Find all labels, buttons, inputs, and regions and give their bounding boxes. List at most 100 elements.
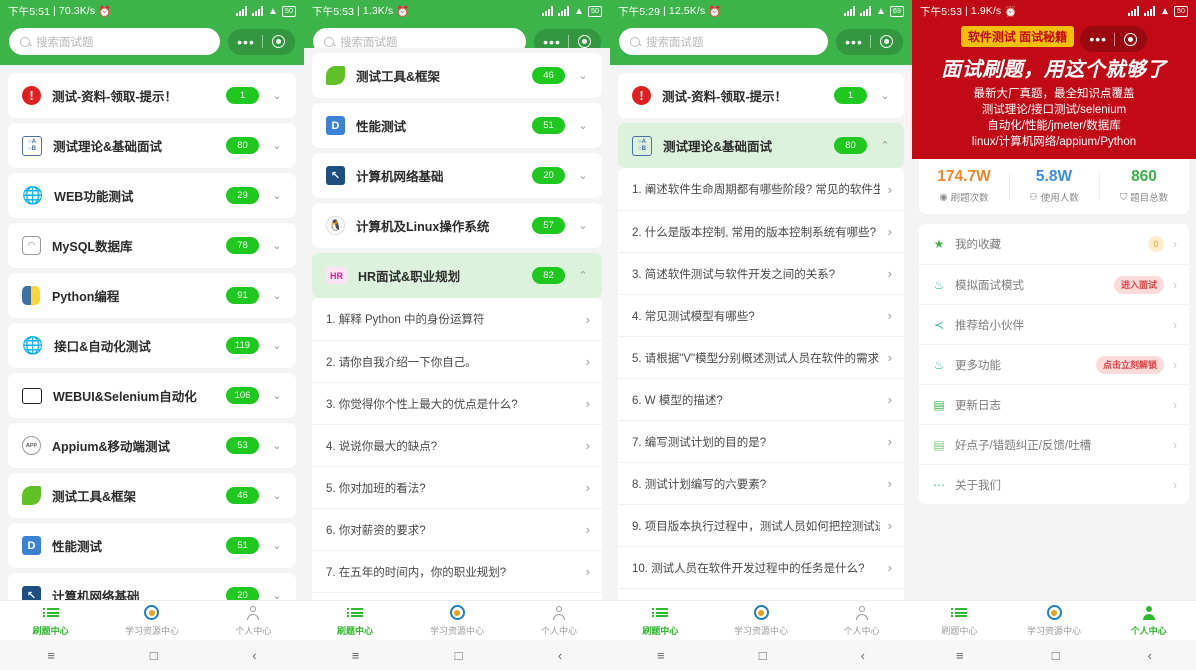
question-row[interactable]: 5. 你对加班的看法? › [312,466,602,508]
category-row[interactable]: ◠ MySQL数据库 78 ⌄ [8,223,296,268]
nav-menu-icon[interactable]: ≡ [47,648,55,663]
question-row[interactable]: 4. 说说你最大的缺点? › [312,424,602,466]
chevron-down-icon[interactable]: ⌄ [270,339,284,352]
tab-个人中心[interactable]: 个人中心 [203,601,304,640]
category-row[interactable]: ! 测试-资料-领取-提示！ 1 ⌄ [618,73,904,118]
nav-menu-icon[interactable]: ≡ [956,648,964,663]
tab-个人中心[interactable]: 个人中心 [811,601,912,640]
tab-个人中心[interactable]: 个人中心 [508,601,610,640]
category-card[interactable]: ! 测试-资料-领取-提示！ 1 ⌄ [8,73,296,118]
chevron-down-icon[interactable]: ⌄ [270,389,284,402]
category-card[interactable]: D 性能测试 51 ⌄ [8,523,296,568]
question-row[interactable]: 6. W 模型的描述? › [618,378,904,420]
menu-row[interactable]: ▤ 好点子/错题纠正/反馈/吐槽 › [919,424,1189,464]
system-nav-bar[interactable]: ≡ □ ‹ [0,640,304,670]
menu-pill-badge[interactable]: 点击立刻解锁 [1095,355,1164,374]
chevron-down-icon[interactable]: ⌄ [270,189,284,202]
category-card[interactable]: 🌐 WEB功能测试 29 ⌄ [8,173,296,218]
tab-刷题中心[interactable]: 刷题中心 [610,601,711,640]
category-card[interactable]: ↖ 计算机网络基础 20 ⌄ [8,573,296,600]
question-list[interactable]: 1. 阐述软件生命周期都有哪些阶段? 常见的软件生 › 2. 什么是版本控制, 常用… [618,168,904,600]
tab-学习资源中心[interactable]: 学习资源中心 [711,601,812,640]
chevron-right-icon[interactable]: › [586,522,590,537]
category-list[interactable]: ! 测试-资料-领取-提示！ 1 ⌄ ○A ○B 测试理论&基础面试 80 ⌄ 🌐 WEB功能测试 2… [0,68,304,600]
more-icon[interactable]: ••• [838,35,870,49]
category-row[interactable]: 🌐 接口&自动化测试 119 ⌄ [8,323,296,368]
question-row[interactable]: 2. 什么是版本控制, 常用的版本控制系统有哪些? › [618,210,904,252]
chevron-down-icon[interactable]: ⌄ [576,69,590,82]
category-card[interactable]: ○A ○B 测试理论&基础面试 80 ⌄ [8,123,296,168]
chevron-up-icon[interactable]: ⌃ [878,139,892,152]
system-nav-bar[interactable]: ≡ □ ‹ [912,640,1196,670]
chevron-right-icon[interactable]: › [888,224,892,239]
close-target-icon[interactable] [871,35,901,48]
category-card[interactable]: APP Appium&移动端测试 53 ⌄ [8,423,296,468]
chevron-right-icon[interactable]: › [586,312,590,327]
category-card[interactable]: 测试工具&框架 46 ⌄ [312,53,602,98]
bottom-tab-bar[interactable]: 刷题中心 学习资源中心 个人中心 [610,600,912,640]
question-row[interactable]: 6. 你对薪资的要求? › [312,508,602,550]
chevron-down-icon[interactable]: ⌄ [270,589,284,600]
profile-menu-list[interactable]: ★ 我的收藏 0 › ♨ 模拟面试模式 进入面试 › ≺ 推荐给小伙伴 › ♨ 更多功能 点击立刻解锁 › ▤… [919,224,1189,504]
question-row[interactable]: 2. 请你自我介绍一下你自己。 › [312,340,602,382]
chevron-right-icon[interactable]: › [888,266,892,281]
nav-home-icon[interactable]: □ [1052,648,1060,663]
menu-row[interactable]: ≺ 推荐给小伙伴 › [919,304,1189,344]
question-row[interactable]: 5. 请根据"V"模型分别概述测试人员在软件的需求 › [618,336,904,378]
chevron-down-icon[interactable]: ⌄ [270,539,284,552]
category-row[interactable]: ○A ○B 测试理论&基础面试 80 ⌄ [8,123,296,168]
chevron-down-icon[interactable]: ⌄ [270,89,284,102]
nav-home-icon[interactable]: □ [455,648,463,663]
nav-menu-icon[interactable]: ≡ [657,648,665,663]
chevron-right-icon[interactable]: › [1173,278,1177,292]
chevron-right-icon[interactable]: › [888,518,892,533]
chevron-right-icon[interactable]: › [888,560,892,575]
chevron-down-icon[interactable]: ⌄ [270,139,284,152]
question-row[interactable]: 7. 在五年的时间内，你的职业规划? › [312,550,602,592]
category-card[interactable]: WEBUI&Selenium自动化 106 ⌄ [8,373,296,418]
chevron-right-icon[interactable]: › [1173,398,1177,412]
category-card[interactable]: D 性能测试 51 ⌄ [312,103,602,148]
chevron-down-icon[interactable]: ⌄ [576,169,590,182]
chevron-up-icon[interactable]: ⌃ [576,269,590,282]
tab-刷题中心[interactable]: 刷题中心 [304,601,406,640]
category-card[interactable]: ○A ○B 测试理论&基础面试 80 ⌃ [618,123,904,168]
category-card[interactable]: ! 测试-资料-领取-提示！ 1 ⌄ [618,73,904,118]
close-target-icon[interactable] [263,35,293,48]
chevron-down-icon[interactable]: ⌄ [270,489,284,502]
category-card[interactable]: ◠ MySQL数据库 78 ⌄ [8,223,296,268]
tab-个人中心[interactable]: 个人中心 [1101,601,1196,640]
category-card[interactable]: 测试工具&框架 46 ⌄ [8,473,296,518]
category-row[interactable]: WEBUI&Selenium自动化 106 ⌄ [8,373,296,418]
question-list[interactable]: 1. 解释 Python 中的身份运算符 › 2. 请你自我介绍一下你自己。 › 3. … [312,298,602,600]
category-list[interactable]: ! 测试-资料-领取-提示！ 1 ⌄ ○A ○B 测试理论&基础面试 80 ⌃ 1. 阐述软件生命… [610,68,912,600]
question-row[interactable]: 1. 解释 Python 中的身份运算符 › [312,298,602,340]
search-input[interactable]: 搜索面试题 [619,28,828,55]
category-row[interactable]: ↖ 计算机网络基础 20 ⌄ [312,153,602,198]
question-row[interactable]: 10. 测试人员在软件开发过程中的任务是什么? › [618,546,904,588]
menu-row[interactable]: ★ 我的收藏 0 › [919,224,1189,264]
question-row[interactable]: 11. 请列出你所知道的软件测试种类, 至少 5 项?› [618,588,904,600]
nav-back-icon[interactable]: ‹ [1148,648,1152,663]
category-row[interactable]: APP Appium&移动端测试 53 ⌄ [8,423,296,468]
chevron-down-icon[interactable]: ⌄ [576,219,590,232]
menu-row[interactable]: ⋯ 关于我们 › [919,464,1189,504]
nav-back-icon[interactable]: ‹ [558,648,562,663]
mini-program-capsule[interactable]: ••• [1080,26,1148,52]
tab-学习资源中心[interactable]: 学习资源中心 [1007,601,1102,640]
question-row[interactable]: 4. 常见测试模型有哪些? › [618,294,904,336]
chevron-right-icon[interactable]: › [586,396,590,411]
bottom-tab-bar[interactable]: 刷题中心 学习资源中心 个人中心 [912,600,1196,640]
chevron-right-icon[interactable]: › [586,564,590,579]
close-target-icon[interactable] [569,35,599,48]
category-card[interactable]: 🐧 计算机及Linux操作系统 57 ⌄ [312,203,602,248]
question-row[interactable]: 3. 你觉得你个性上最大的优点是什么? › [312,382,602,424]
system-nav-bar[interactable]: ≡ □ ‹ [610,640,912,670]
chevron-right-icon[interactable]: › [1173,318,1177,332]
chevron-right-icon[interactable]: › [1173,438,1177,452]
category-card[interactable]: Python编程 91 ⌄ [8,273,296,318]
bottom-tab-bar[interactable]: 刷题中心 学习资源中心 个人中心 [304,600,610,640]
chevron-right-icon[interactable]: › [586,354,590,369]
menu-row[interactable]: ♨ 模拟面试模式 进入面试 › [919,264,1189,304]
tab-刷题中心[interactable]: 刷题中心 [0,601,101,640]
